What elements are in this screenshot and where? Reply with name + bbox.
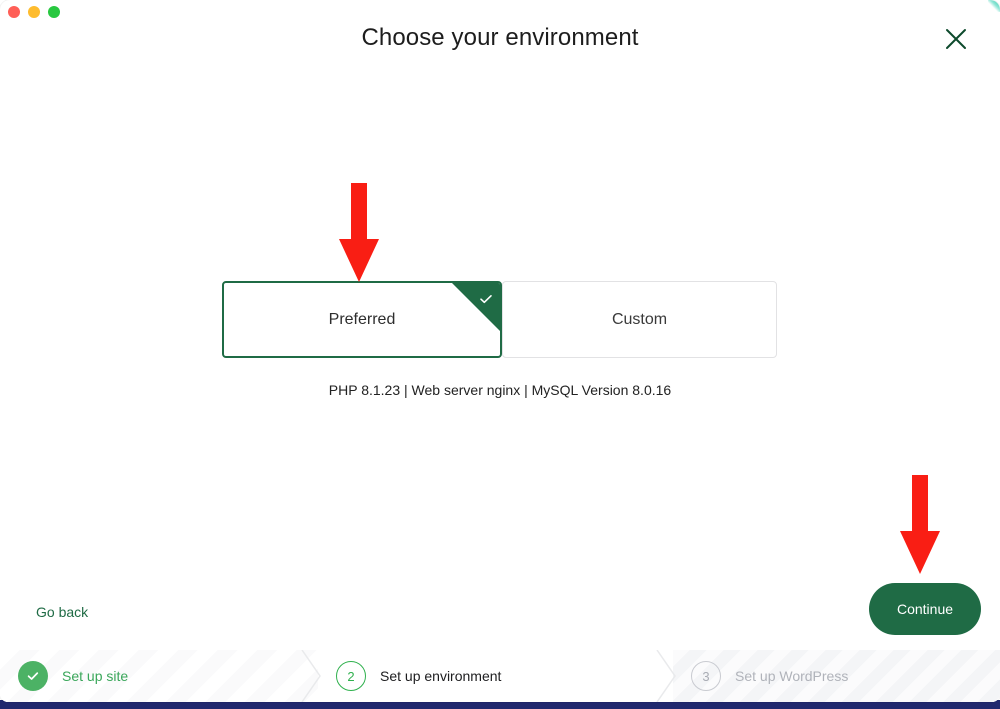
environment-info-line: PHP 8.1.23 | Web server nginx | MySQL Ve… — [328, 382, 672, 398]
environment-options-group: Preferred Custom — [222, 281, 777, 358]
step-marker-3: 3 — [691, 661, 721, 691]
step-marker-2: 2 — [336, 661, 366, 691]
step-marker-check-icon — [18, 661, 48, 691]
environment-option-preferred[interactable]: Preferred — [222, 281, 502, 358]
stepper-step-set-up-site[interactable]: Set up site — [0, 650, 318, 702]
environment-option-custom[interactable]: Custom — [502, 281, 777, 358]
setup-stepper: Set up site 2 Set up environment 3 Set u… — [0, 650, 1000, 702]
environment-setup-window: Choose your environment Preferred Custom… — [0, 0, 1000, 702]
page-title: Choose your environment — [361, 24, 639, 51]
check-icon — [478, 291, 494, 307]
stepper-step-set-up-environment[interactable]: 2 Set up environment — [318, 650, 673, 702]
stepper-step-2-label: Set up environment — [380, 668, 502, 684]
continue-button[interactable]: Continue — [869, 583, 981, 635]
stepper-step-1-label: Set up site — [62, 668, 129, 684]
environment-option-custom-label: Custom — [611, 310, 668, 328]
selected-corner-badge — [452, 283, 500, 331]
environment-option-preferred-label: Preferred — [328, 310, 396, 328]
app-root: Choose your environment Preferred Custom… — [0, 0, 1000, 709]
go-back-link[interactable]: Go back — [36, 602, 88, 622]
close-icon — [943, 26, 969, 52]
window-header: Choose your environment — [0, 0, 1000, 80]
close-dialog-button[interactable] — [934, 17, 978, 61]
stepper-step-set-up-wordpress: 3 Set up WordPress — [673, 650, 1000, 702]
stepper-step-3-label: Set up WordPress — [735, 668, 849, 684]
